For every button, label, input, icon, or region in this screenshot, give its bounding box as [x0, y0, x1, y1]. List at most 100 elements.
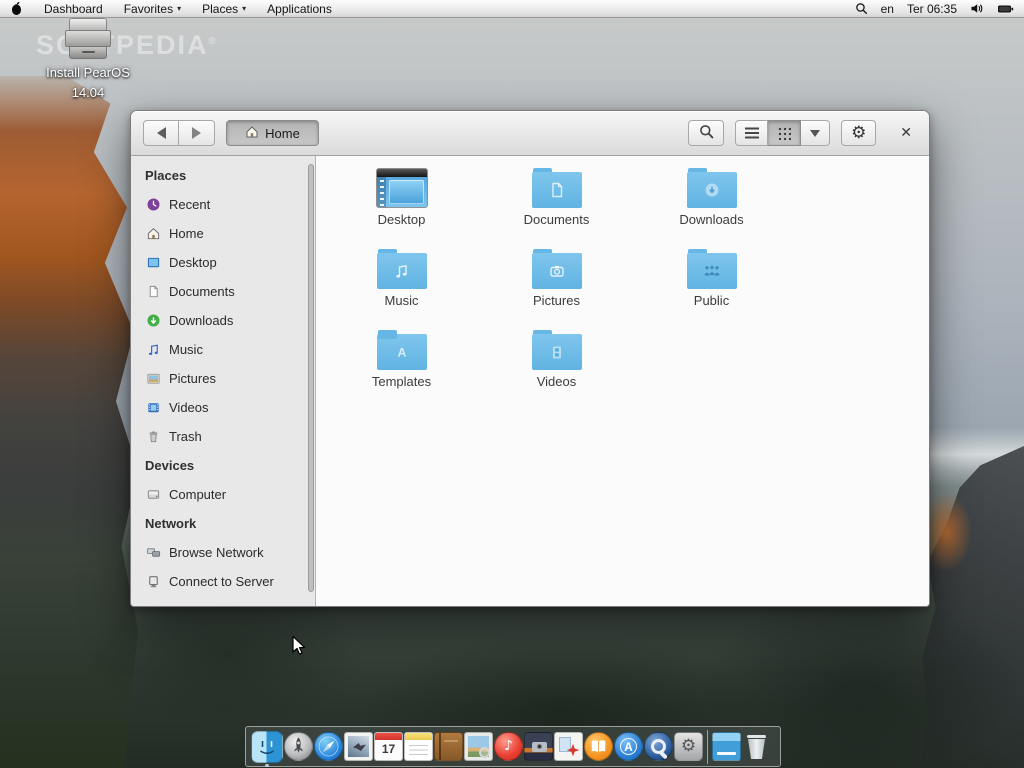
- home-icon: [245, 125, 259, 141]
- gear-menu-button[interactable]: ⚙: [841, 120, 876, 146]
- folder-downloads[interactable]: Downloads: [634, 166, 789, 247]
- gear-icon: ⚙: [675, 733, 702, 760]
- folder-label: Downloads: [679, 212, 743, 227]
- sidebar-item-label: Home: [169, 226, 204, 241]
- downloads-icon: [145, 313, 161, 329]
- folder-public[interactable]: Public: [634, 247, 789, 328]
- menu-favorites[interactable]: Favorites ▾: [124, 0, 181, 18]
- svg-text:A: A: [397, 346, 406, 360]
- clock[interactable]: Ter 06:35: [907, 0, 957, 18]
- dock-safari-icon[interactable]: [314, 732, 343, 761]
- location-home-button[interactable]: Home: [226, 120, 319, 146]
- dock-ibooks-icon[interactable]: [584, 732, 613, 761]
- sidebar-item-label: Downloads: [169, 313, 233, 328]
- forward-button[interactable]: [179, 120, 215, 146]
- forward-arrow-icon: [192, 127, 201, 139]
- sidebar-item-connect-to-server[interactable]: Connect to Server: [131, 567, 315, 596]
- sidebar-item-label: Recent: [169, 197, 210, 212]
- sidebar-item-pictures[interactable]: Pictures: [131, 364, 315, 393]
- desktop-icon: [145, 255, 161, 271]
- dock-help-viewer-icon[interactable]: [554, 732, 583, 761]
- document-emblem-icon: [532, 168, 582, 208]
- folder-grid: Desktop Documents: [316, 156, 929, 606]
- dock-calendar-icon[interactable]: 17: [374, 732, 403, 761]
- sidebar-item-browse-network[interactable]: Browse Network: [131, 538, 315, 567]
- back-button[interactable]: [143, 120, 179, 146]
- dock-trash-icon[interactable]: [742, 732, 771, 761]
- video-emblem-icon: [532, 330, 582, 370]
- folder-label: Documents: [524, 212, 590, 227]
- folder-label: Pictures: [533, 293, 580, 308]
- grid-view-button[interactable]: [768, 120, 801, 146]
- sidebar-item-home[interactable]: Home: [131, 219, 315, 248]
- music-icon: [145, 342, 161, 358]
- sidebar-item-label: Documents: [169, 284, 235, 299]
- sidebar-item-label: Trash: [169, 429, 202, 444]
- navigation-buttons: [143, 120, 215, 146]
- install-pearos-desktop-icon[interactable]: Install PearOS 14.04: [18, 18, 158, 103]
- chevron-down-icon: ▾: [177, 0, 181, 18]
- dock-preview-icon[interactable]: [464, 732, 493, 761]
- close-window-button[interactable]: ✕: [900, 125, 912, 141]
- menu-applications[interactable]: Applications: [267, 0, 332, 18]
- sidebar-item-downloads[interactable]: Downloads: [131, 306, 315, 335]
- menu-dashboard[interactable]: Dashboard: [44, 0, 103, 18]
- sidebar-item-music[interactable]: Music: [131, 335, 315, 364]
- hard-drive-icon: [61, 18, 115, 60]
- dock-launchpad-icon[interactable]: [284, 732, 313, 761]
- sidebar-item-label: Desktop: [169, 255, 217, 270]
- dock-notes-icon[interactable]: [404, 732, 433, 761]
- view-options-dropdown[interactable]: [801, 120, 830, 146]
- menu-places[interactable]: Places ▾: [202, 0, 246, 18]
- grid-view-icon: [777, 126, 791, 140]
- dock-photo-booth-icon[interactable]: [524, 732, 553, 761]
- list-view-icon: [745, 127, 759, 130]
- volume-icon[interactable]: [970, 2, 984, 15]
- search-button[interactable]: [688, 120, 724, 146]
- dock-mail-icon[interactable]: [344, 732, 373, 761]
- desktop: SOFTPEDIA® Install PearOS 14.04 Dashboar…: [0, 0, 1024, 768]
- sidebar-item-label: Browse Network: [169, 545, 264, 560]
- folder-label: Music: [385, 293, 419, 308]
- folder-templates[interactable]: A Templates: [324, 328, 479, 409]
- folder-desktop[interactable]: Desktop: [324, 166, 479, 247]
- folder-label: Templates: [372, 374, 431, 389]
- pictures-icon: [145, 371, 161, 387]
- sidebar-scrollbar[interactable]: [308, 164, 314, 592]
- folder-music[interactable]: Music: [324, 247, 479, 328]
- sidebar-item-trash[interactable]: Trash: [131, 422, 315, 451]
- camera-emblem-icon: [532, 249, 582, 289]
- videos-icon: [145, 400, 161, 416]
- sidebar-item-label: Pictures: [169, 371, 216, 386]
- folder-pictures[interactable]: Pictures: [479, 247, 634, 328]
- dock-contacts-icon[interactable]: [434, 732, 463, 761]
- recent-icon: [145, 197, 161, 213]
- app-store-letter: A: [615, 733, 642, 760]
- computer-icon: [145, 487, 161, 503]
- dock-files-icon[interactable]: [712, 732, 741, 761]
- list-view-button[interactable]: [735, 120, 768, 146]
- folder-videos[interactable]: Videos: [479, 328, 634, 409]
- dock-itunes-icon[interactable]: ♪: [494, 732, 523, 761]
- sidebar: Places Recent Home: [131, 156, 316, 606]
- sidebar-item-label: Music: [169, 342, 203, 357]
- folder-documents[interactable]: Documents: [479, 166, 634, 247]
- sidebar-item-documents[interactable]: Documents: [131, 277, 315, 306]
- folder-label: Public: [694, 293, 729, 308]
- browse-network-icon: [145, 545, 161, 561]
- pear-logo-icon[interactable]: [10, 1, 23, 16]
- sidebar-item-label: Connect to Server: [169, 574, 274, 589]
- desktop-window-icon: [376, 168, 428, 208]
- sidebar-item-computer[interactable]: Computer: [131, 480, 315, 509]
- dock-finder-icon[interactable]: [251, 731, 283, 763]
- search-icon[interactable]: [855, 2, 868, 15]
- dock-system-preferences-icon[interactable]: ⚙: [674, 732, 703, 761]
- dock-app-store-icon[interactable]: A: [614, 732, 643, 761]
- music-emblem-icon: [377, 249, 427, 289]
- language-indicator[interactable]: en: [881, 0, 894, 18]
- battery-icon[interactable]: [997, 3, 1014, 15]
- sidebar-item-desktop[interactable]: Desktop: [131, 248, 315, 277]
- sidebar-item-videos[interactable]: Videos: [131, 393, 315, 422]
- dock-quicktime-icon[interactable]: [644, 732, 673, 761]
- sidebar-item-recent[interactable]: Recent: [131, 190, 315, 219]
